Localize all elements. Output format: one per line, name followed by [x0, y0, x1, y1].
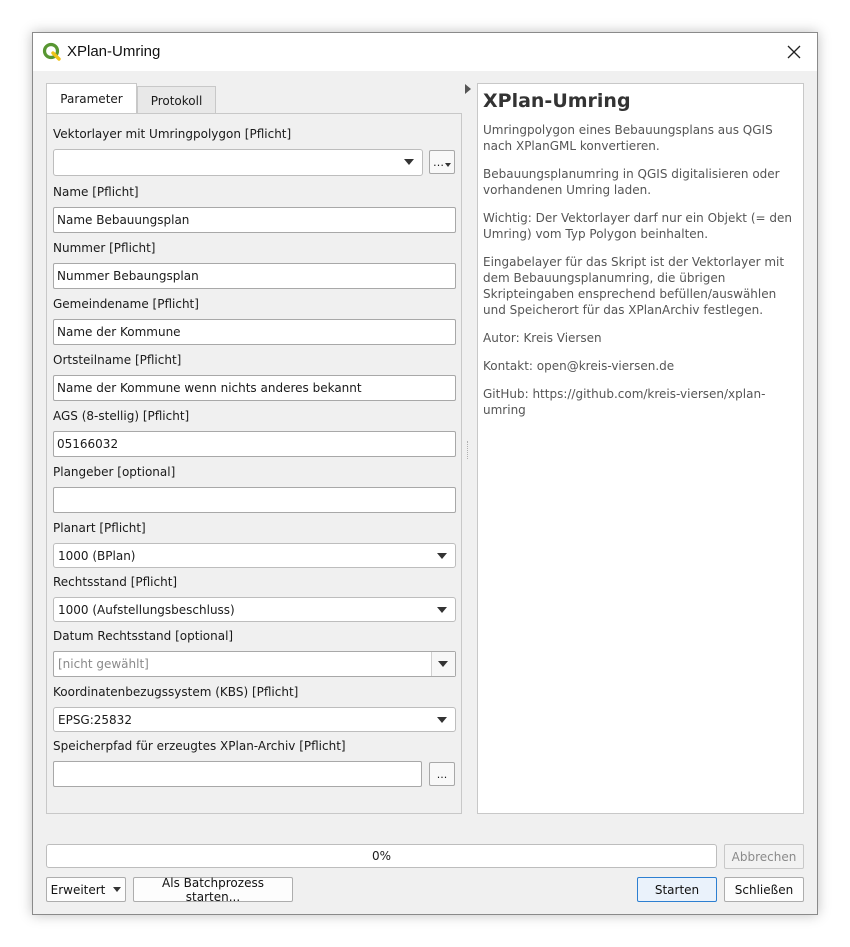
speicherpfad-label: Speicherpfad für erzeugtes XPlan-Archiv … [53, 739, 346, 753]
collapse-arrow-icon[interactable] [463, 83, 473, 95]
plangeber-label: Plangeber [optional] [53, 465, 176, 479]
small-chevron-icon [445, 162, 451, 167]
chevron-down-icon [404, 159, 414, 165]
browse-button-label: ... [436, 767, 448, 781]
nummer-label: Nummer [Pflicht] [53, 241, 156, 255]
help-github: GitHub: https://github.com/kreis-viersen… [483, 387, 766, 417]
help-contact: Kontakt: open@kreis-viersen.de [483, 359, 675, 373]
planart-label: Planart [Pflicht] [53, 521, 146, 535]
ortsteilname-label: Ortsteilname [Pflicht] [53, 353, 182, 367]
splitter-handle[interactable] [467, 441, 470, 459]
vector-layer-select[interactable] [53, 149, 423, 176]
title-bar: XPlan-Umring [33, 33, 817, 71]
tab-parameter-label: Parameter [60, 91, 123, 106]
plangeber-input[interactable] [53, 487, 456, 513]
erweitert-label: Erweitert [50, 882, 106, 897]
rechtsstand-label: Rechtsstand [Pflicht] [53, 575, 178, 589]
vector-layer-label: Vektorlayer mit Umringpolygon [Pflicht] [53, 127, 292, 141]
help-paragraph: Wichtig: Der Vektorlayer darf nur ein Ob… [483, 211, 792, 241]
rechtsstand-select[interactable]: 1000 (Aufstellungsbeschluss) [53, 597, 456, 622]
chevron-down-icon [438, 661, 448, 667]
ortsteilname-input[interactable] [53, 375, 456, 401]
erweitert-button[interactable]: Erweitert [46, 877, 126, 902]
help-panel: XPlan-Umring Umringpolygon eines Bebauun… [477, 83, 804, 814]
datum-select[interactable]: [nicht gewählt] [53, 651, 456, 677]
planart-value: 1000 (BPlan) [58, 548, 136, 563]
help-paragraph: Eingabelayer für das Skript ist der Vekt… [483, 255, 785, 317]
gemeindename-input[interactable] [53, 319, 456, 345]
schliessen-button[interactable]: Schließen [724, 877, 804, 902]
help-paragraph: Bebauungsplanumring in QGIS digitalisier… [483, 167, 780, 197]
progress-bar: 0% [46, 844, 717, 868]
starten-button[interactable]: Starten [637, 877, 717, 902]
tab-protokoll-label: Protokoll [150, 93, 203, 108]
kbs-select[interactable]: EPSG:25832 [53, 707, 456, 732]
help-paragraph: Umringpolygon eines Bebauungsplans aus Q… [483, 123, 773, 153]
window-title: XPlan-Umring [67, 43, 161, 60]
close-button[interactable] [771, 33, 817, 71]
planart-select[interactable]: 1000 (BPlan) [53, 543, 456, 568]
chevron-down-icon [437, 607, 447, 613]
qgis-icon [42, 42, 61, 61]
datum-label: Datum Rechtsstand [optional] [53, 629, 234, 643]
chevron-down-icon [437, 553, 447, 559]
vector-layer-options-button[interactable]: … [429, 150, 455, 174]
kbs-label: Koordinatenbezugssystem (KBS) [Pflicht] [53, 685, 299, 699]
name-input[interactable] [53, 207, 456, 233]
rechtsstand-value: 1000 (Aufstellungsbeschluss) [58, 602, 235, 617]
abbrechen-button[interactable]: Abbrechen [724, 844, 804, 869]
chevron-down-icon [437, 717, 447, 723]
batch-button[interactable]: Als Batchprozess starten... [133, 876, 293, 904]
datum-value: [nicht gewählt] [58, 657, 149, 671]
kbs-value: EPSG:25832 [58, 712, 132, 727]
parameter-panel: Vektorlayer mit Umringpolygon [Pflicht] … [46, 113, 462, 814]
help-title: XPlan-Umring [483, 90, 631, 112]
ags-label: AGS (8-stellig) [Pflicht] [53, 409, 190, 423]
ags-input[interactable] [53, 431, 456, 457]
tab-protokoll[interactable]: Protokoll [137, 86, 216, 114]
vector-layer-options-label: … [433, 155, 444, 169]
datum-dropdown-button[interactable] [431, 652, 455, 676]
progress-label: 0% [371, 849, 392, 863]
close-icon [787, 45, 801, 59]
nummer-input[interactable] [53, 263, 456, 289]
browse-button[interactable]: ... [429, 762, 455, 786]
help-author: Autor: Kreis Viersen [483, 331, 602, 345]
dialog-window: XPlan-Umring Parameter Protokoll Vektorl… [32, 32, 818, 915]
speicherpfad-input[interactable] [53, 761, 422, 787]
gemeindename-label: Gemeindename [Pflicht] [53, 297, 199, 311]
chevron-down-icon [113, 887, 122, 892]
name-label: Name [Pflicht] [53, 185, 139, 199]
tab-parameter[interactable]: Parameter [46, 83, 137, 113]
